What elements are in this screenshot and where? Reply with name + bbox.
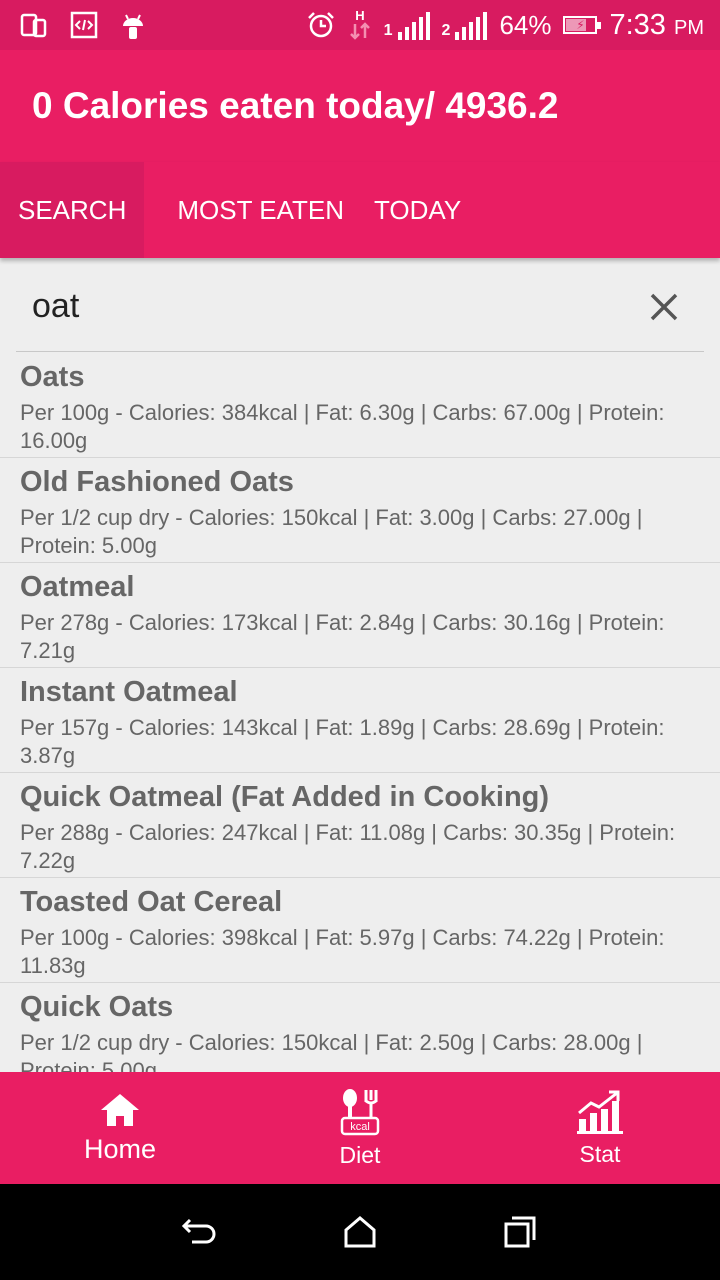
app-bar: 0 Calories eaten today/ 4936.2 (0, 50, 720, 162)
network-type-label: H (355, 8, 364, 23)
clock-ampm: PM (674, 16, 704, 39)
food-nutrition-info: Per 1/2 cup dry - Calories: 150kcal | Fa… (20, 505, 643, 558)
tab-search[interactable]: SEARCH (0, 162, 144, 258)
food-nutrition-info: Per 100g - Calories: 398kcal | Fat: 5.97… (20, 925, 665, 978)
food-nutrition-info: Per 288g - Calories: 247kcal | Fat: 11.0… (20, 820, 676, 873)
list-item[interactable]: Instant Oatmeal Per 157g - Calories: 143… (0, 668, 720, 773)
list-item[interactable]: Oats Per 100g - Calories: 384kcal | Fat:… (0, 353, 720, 458)
nav-stat-button[interactable]: Stat (480, 1072, 720, 1184)
recent-apps-icon (504, 1216, 536, 1248)
back-icon (181, 1218, 216, 1244)
battery-percent: 64% (499, 9, 552, 40)
list-item[interactable]: Quick Oats Per 1/2 cup dry - Calories: 1… (0, 983, 720, 1072)
food-nutrition-info: Per 100g - Calories: 384kcal | Fat: 6.30… (20, 400, 665, 453)
home-icon (101, 1093, 139, 1126)
list-item[interactable]: Oatmeal Per 278g - Calories: 173kcal | F… (0, 563, 720, 668)
system-navigation-bar (0, 1184, 720, 1280)
tab-today[interactable]: TODAY (344, 162, 479, 258)
close-icon (650, 293, 678, 320)
system-recents-button[interactable] (490, 1202, 550, 1262)
nav-diet-label: Diet (339, 1141, 381, 1168)
developer-code-icon (70, 11, 98, 39)
food-name: Oatmeal (20, 571, 135, 603)
search-bar (16, 262, 704, 352)
system-back-button[interactable] (170, 1202, 230, 1262)
nav-diet-button[interactable]: kcal Diet (240, 1072, 480, 1184)
alarm-icon (306, 10, 336, 40)
system-home-button[interactable] (330, 1202, 390, 1262)
page-title: 0 Calories eaten today/ 4936.2 (32, 85, 559, 126)
android-debug-icon (120, 10, 146, 40)
screen-mirror-icon (20, 11, 48, 39)
sim1-signal-icon: 1 (384, 10, 430, 40)
clock: 7:33 PM (609, 9, 704, 42)
food-name: Quick Oatmeal (Fat Added in Cooking) (20, 781, 550, 813)
food-name: Old Fashioned Oats (20, 466, 294, 498)
nav-home-label: Home (83, 1133, 157, 1164)
food-name: Instant Oatmeal (20, 676, 238, 708)
food-nutrition-info: Per 157g - Calories: 143kcal | Fat: 1.89… (20, 715, 665, 768)
sim2-signal-icon: 2 (442, 10, 488, 40)
battery-icon: ⚡ (563, 16, 602, 34)
food-name: Oats (20, 361, 85, 393)
food-nutrition-info: Per 278g - Calories: 173kcal | Fat: 2.84… (20, 610, 665, 663)
diet-icon-kcal-text: kcal (350, 1121, 370, 1133)
data-transfer-icon: H (348, 8, 372, 42)
list-item[interactable]: Toasted Oat Cereal Per 100g - Calories: … (0, 878, 720, 983)
list-item[interactable]: Old Fashioned Oats Per 1/2 cup dry - Cal… (0, 458, 720, 563)
tab-bar: SEARCH MOST EATEN TODAY (0, 162, 720, 258)
system-home-icon (344, 1216, 376, 1248)
search-input[interactable] (16, 276, 634, 337)
bottom-navigation: Home kcal Diet Stat (0, 1072, 720, 1184)
stat-icon (577, 1090, 623, 1134)
nav-home-button[interactable]: Home (0, 1072, 240, 1184)
status-bar: H 1 2 64% ⚡ 7:33 PM (0, 0, 720, 50)
diet-icon: kcal (340, 1088, 380, 1135)
list-item[interactable]: Quick Oatmeal (Fat Added in Cooking) Per… (0, 773, 720, 878)
clock-time: 7:33 (609, 8, 666, 41)
nav-stat-label: Stat (579, 1140, 621, 1167)
tab-most-eaten[interactable]: MOST EATEN (144, 162, 344, 258)
sim1-label: 1 (383, 22, 393, 39)
food-nutrition-info: Per 1/2 cup dry - Calories: 150kcal | Fa… (20, 1030, 643, 1072)
search-results-list: Oats Per 100g - Calories: 384kcal | Fat:… (0, 353, 720, 1072)
clear-search-button[interactable] (634, 277, 694, 337)
food-name: Toasted Oat Cereal (20, 886, 283, 918)
sim2-label: 2 (441, 22, 451, 39)
food-name: Quick Oats (20, 991, 174, 1023)
